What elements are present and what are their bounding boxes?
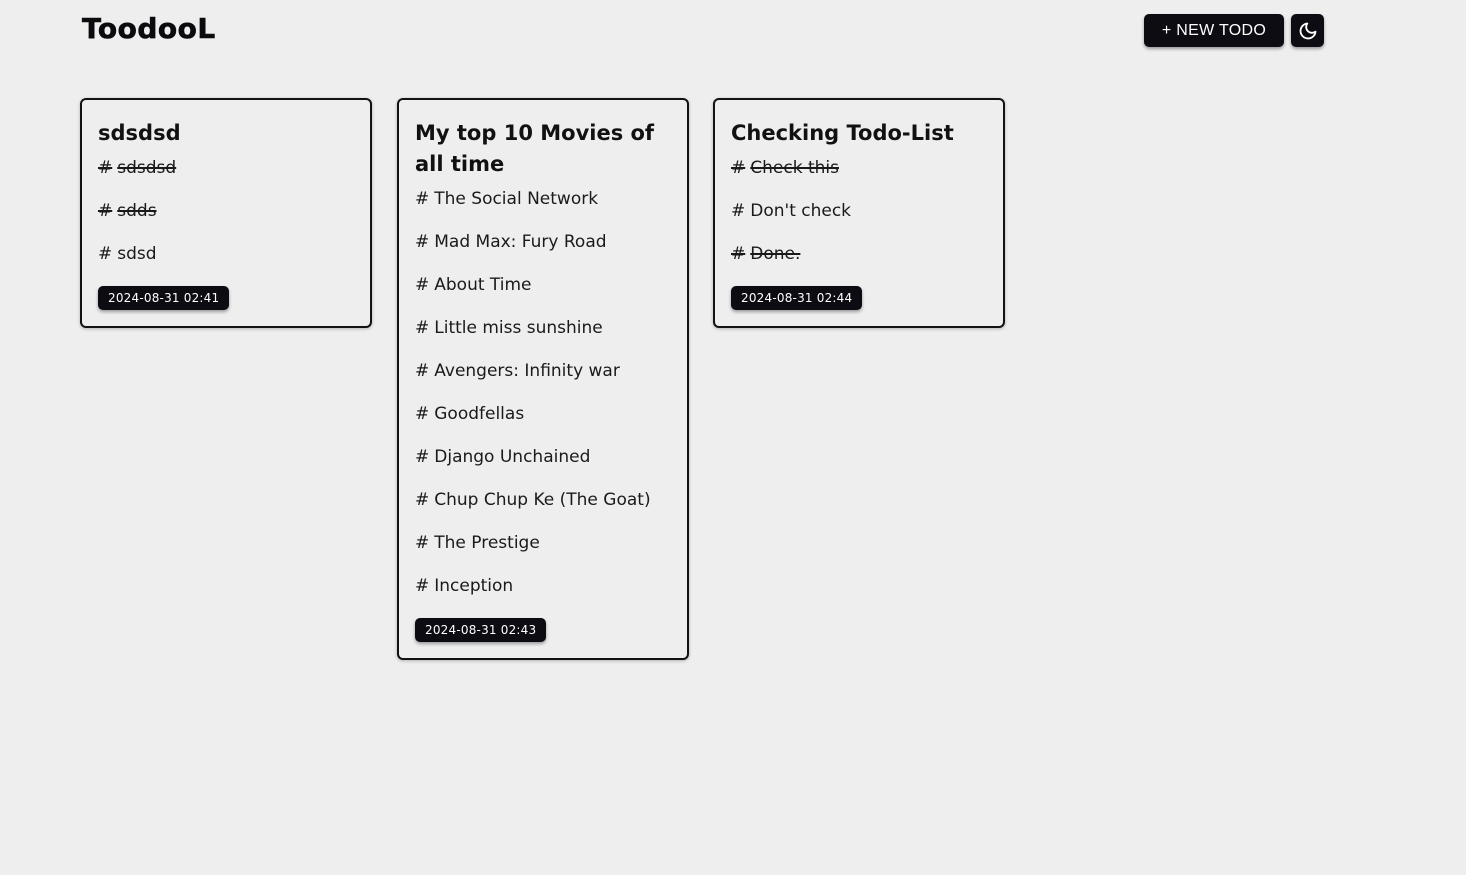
todo-item[interactable]: # Goodfellas — [415, 401, 671, 428]
todo-item-text: The Social Network — [434, 189, 599, 209]
hash-icon: # — [415, 232, 430, 252]
hash-icon: # — [415, 318, 430, 338]
todo-item[interactable]: # sdsdsd — [98, 155, 354, 182]
hash-icon: # — [731, 201, 746, 221]
new-todo-button[interactable]: + NEW TODO — [1144, 14, 1284, 47]
hash-icon: # — [415, 275, 430, 295]
todo-item[interactable]: # Mad Max: Fury Road — [415, 229, 671, 256]
app-logo[interactable]: ToodooL — [82, 12, 216, 46]
todo-item-text: Mad Max: Fury Road — [434, 232, 607, 252]
todo-item-text: sdsd — [117, 244, 157, 264]
todo-item[interactable]: # Avengers: Infinity war — [415, 358, 671, 385]
hash-icon: # — [415, 447, 430, 467]
todo-item-text: Django Unchained — [434, 447, 591, 467]
todo-item-text: The Prestige — [434, 533, 540, 553]
todo-item[interactable]: # Inception — [415, 573, 671, 600]
todo-card[interactable]: My top 10 Movies of all time # The Social… — [397, 98, 689, 660]
todo-item[interactable]: # Little miss sunshine — [415, 315, 671, 342]
header: ToodooL + NEW TODO — [0, 0, 1466, 62]
todo-item-text: sdds — [117, 201, 157, 221]
todo-item-text: Done. — [750, 244, 801, 264]
todo-card[interactable]: Checking Todo-List # Check this # Don't ch… — [713, 98, 1005, 328]
hash-icon: # — [415, 404, 430, 424]
hash-icon: # — [415, 576, 430, 596]
todo-item-text: Little miss sunshine — [434, 318, 603, 338]
todo-item-text: Goodfellas — [434, 404, 525, 424]
todo-card-title: My top 10 Movies of all time — [415, 121, 655, 176]
todo-item[interactable]: # sdsd — [98, 241, 354, 268]
todo-item-text: Avengers: Infinity war — [434, 361, 620, 381]
date-badge: 2024-08-31 02:41 — [98, 286, 230, 310]
todo-card-title: Checking Todo-List — [731, 121, 954, 145]
todo-item[interactable]: # The Prestige — [415, 530, 671, 557]
hash-icon: # — [98, 158, 113, 178]
todo-item-text: Check this — [750, 158, 839, 178]
todo-item-text: sdsdsd — [117, 158, 177, 178]
todo-item[interactable]: # Don't check — [731, 198, 987, 225]
todo-item[interactable]: # About Time — [415, 272, 671, 299]
hash-icon: # — [415, 189, 430, 209]
moon-icon — [1299, 22, 1316, 39]
todo-item[interactable]: # The Social Network — [415, 186, 671, 213]
date-badge: 2024-08-31 02:43 — [415, 618, 547, 642]
hash-icon: # — [415, 361, 430, 381]
date-badge: 2024-08-31 02:44 — [731, 286, 863, 310]
hash-icon: # — [731, 158, 746, 178]
hash-icon: # — [731, 244, 746, 264]
hash-icon: # — [98, 244, 113, 264]
hash-icon: # — [415, 490, 430, 510]
todo-item[interactable]: # sdds — [98, 198, 354, 225]
todo-item-text: About Time — [434, 275, 532, 295]
todo-item-text: Inception — [434, 576, 514, 596]
todo-item-text: Chup Chup Ke (The Goat) — [434, 490, 651, 510]
todo-card[interactable]: sdsdsd # sdsdsd # sdds # sdsd 2024-08-31 02… — [80, 98, 372, 328]
todo-item[interactable]: # Done. — [731, 241, 987, 268]
hash-icon: # — [98, 201, 113, 221]
todo-item[interactable]: # Django Unchained — [415, 444, 671, 471]
todo-item[interactable]: # Chup Chup Ke (The Goat) — [415, 487, 671, 514]
todo-card-title: sdsdsd — [98, 121, 181, 145]
todo-item-text: Don't check — [750, 201, 852, 221]
todo-item[interactable]: # Check this — [731, 155, 987, 182]
theme-toggle-button[interactable] — [1291, 14, 1324, 47]
hash-icon: # — [415, 533, 430, 553]
new-todo-label: + NEW TODO — [1161, 21, 1267, 39]
